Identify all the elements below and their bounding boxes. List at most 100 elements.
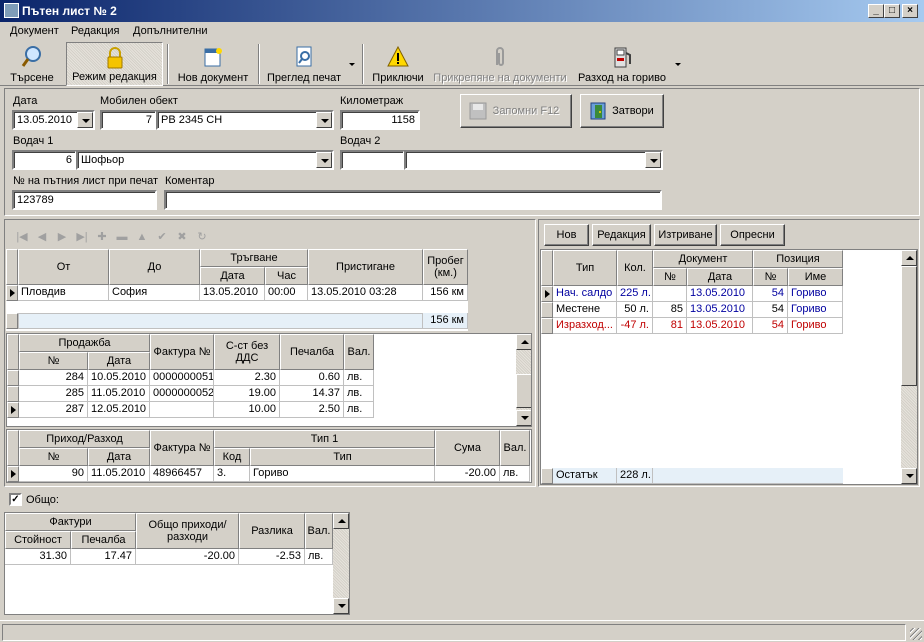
row-indicator[interactable] (7, 466, 19, 482)
sale-currency[interactable]: лв. (344, 370, 374, 386)
total-checkbox[interactable]: ✓ (9, 493, 22, 506)
vehicle-name-select[interactable]: РВ 2345 СН (156, 110, 334, 130)
col-sale-no[interactable]: № (19, 352, 88, 370)
income-date[interactable]: 11.05.2010 (88, 466, 150, 482)
col-income-group[interactable]: Приход/Разход (19, 430, 150, 448)
driver1-id-field[interactable]: 6 (12, 150, 77, 170)
scroll-down-button[interactable] (516, 410, 531, 426)
col-arrival[interactable]: Пристигане (308, 249, 423, 285)
col-pos-name[interactable]: Име (788, 268, 843, 286)
summary-scrollbar[interactable] (333, 513, 349, 614)
sale-profit[interactable]: 2.50 (280, 402, 344, 418)
print-preview-button[interactable]: Преглед печат (264, 42, 344, 86)
sale-cost[interactable]: 19.00 (214, 386, 280, 402)
col-sale-date[interactable]: Дата (88, 352, 150, 370)
scroll-up-button[interactable] (516, 334, 531, 350)
resize-grip-icon[interactable] (910, 628, 922, 640)
scroll-up-button[interactable] (333, 513, 349, 529)
driver2-name-select[interactable] (404, 150, 663, 170)
delete-movement-button[interactable]: Изтриване (654, 224, 717, 246)
sale-currency[interactable]: лв. (344, 402, 374, 418)
col-cost[interactable]: С-ст без ДДС (214, 334, 280, 370)
row-indicator[interactable] (7, 402, 19, 418)
sale-cost[interactable]: 2.30 (214, 370, 280, 386)
sale-invoice[interactable]: 0000000052 (150, 386, 214, 402)
col-fuel-type[interactable]: Тип (553, 250, 617, 286)
date-dropdown-button[interactable] (77, 112, 93, 128)
menu-extra[interactable]: Допълнителни (133, 25, 207, 37)
minimize-button[interactable]: _ (868, 4, 884, 18)
fuel-row-doc-no[interactable] (653, 286, 687, 302)
sale-invoice[interactable] (150, 402, 214, 418)
scroll-down-button[interactable] (333, 598, 349, 614)
income-currency[interactable]: лв. (500, 466, 530, 482)
col-mileage[interactable]: Пробег (км.) (423, 249, 468, 285)
vehicle-id-field[interactable]: 7 (100, 110, 157, 130)
col-document[interactable]: Документ (653, 250, 753, 268)
col-code[interactable]: Код (214, 448, 250, 466)
km-field[interactable]: 1158 (340, 110, 420, 130)
fuel-row-doc-date[interactable]: 13.05.2010 (687, 286, 753, 302)
income-no[interactable]: 90 (19, 466, 88, 482)
scroll-up-button[interactable] (901, 250, 917, 266)
trip-time[interactable]: 00:00 (265, 285, 308, 301)
col-pos-no[interactable]: № (753, 268, 788, 286)
income-type[interactable]: Гориво (250, 466, 435, 482)
row-indicator[interactable] (6, 285, 18, 301)
sale-date[interactable]: 12.05.2010 (88, 402, 150, 418)
new-movement-button[interactable]: Нов (544, 224, 589, 246)
nav-next-icon[interactable]: ▶ (54, 230, 70, 244)
nav-edit-icon[interactable]: ▲ (134, 230, 150, 244)
col-income-date[interactable]: Дата (88, 448, 150, 466)
save-button[interactable]: Запомни F12 (460, 94, 572, 128)
col-type1[interactable]: Тип 1 (214, 430, 435, 448)
scroll-thumb[interactable] (516, 374, 531, 408)
nav-delete-icon[interactable]: ▬ (114, 230, 130, 244)
nav-refresh-icon[interactable]: ↻ (194, 230, 210, 244)
fuel-row-doc-no[interactable]: 81 (653, 318, 687, 334)
sale-no[interactable]: 287 (19, 402, 88, 418)
edit-mode-button[interactable]: Режим редакция (66, 42, 163, 86)
col-invoice[interactable]: Фактура № (150, 334, 214, 370)
col-dep-date[interactable]: Дата (200, 267, 265, 285)
col-income-currency[interactable]: Вал. (500, 430, 530, 466)
sale-currency[interactable]: лв. (344, 386, 374, 402)
trip-from[interactable]: Пловдив (18, 285, 109, 301)
fuel-row-pos-no[interactable]: 54 (753, 318, 788, 334)
sale-no[interactable]: 284 (19, 370, 88, 386)
menu-document[interactable]: Документ (10, 25, 59, 37)
col-income-invoice[interactable]: Фактура № (150, 430, 214, 466)
fuel-row-doc-date[interactable]: 13.05.2010 (687, 318, 753, 334)
refresh-button[interactable]: Опресни (720, 224, 785, 246)
col-sale[interactable]: Продажба (19, 334, 150, 352)
attach-documents-button[interactable]: Прикрепяне на документи (431, 42, 569, 86)
nav-post-icon[interactable]: ✔ (154, 230, 170, 244)
trip-date[interactable]: 13.05.2010 (200, 285, 265, 301)
col-invoices[interactable]: Фактури (5, 513, 136, 531)
col-to[interactable]: До (109, 249, 200, 285)
fuel-row-qty[interactable]: 50 л. (617, 302, 653, 318)
col-position[interactable]: Позиция (753, 250, 843, 268)
sale-profit[interactable]: 0.60 (280, 370, 344, 386)
driver2-dropdown-button[interactable] (645, 152, 661, 168)
trip-to[interactable]: София (109, 285, 200, 301)
fuel-row-qty[interactable]: -47 л. (617, 318, 653, 334)
col-dep-time[interactable]: Час (265, 267, 308, 285)
col-income-no[interactable]: № (19, 448, 88, 466)
driver2-id-field[interactable] (340, 150, 405, 170)
trip-arrival[interactable]: 13.05.2010 03:28 (308, 285, 423, 301)
nav-prev-icon[interactable]: ◀ (34, 230, 50, 244)
income-code[interactable]: 3. (214, 466, 250, 482)
fuel-row-pos-name[interactable]: Гориво (788, 318, 843, 334)
trip-mileage[interactable]: 156 км (423, 285, 468, 301)
row-indicator[interactable] (541, 286, 553, 302)
col-departure[interactable]: Тръгване (200, 249, 308, 267)
fuel-dropdown-icon[interactable] (674, 60, 682, 68)
col-total-io[interactable]: Общо приходи/разходи (136, 513, 239, 549)
income-invoice[interactable]: 48966457 (150, 466, 214, 482)
fuel-row-type[interactable]: Изразход... (553, 318, 617, 334)
sales-scrollbar[interactable] (516, 334, 531, 426)
sale-profit[interactable]: 14.37 (280, 386, 344, 402)
col-summary-currency[interactable]: Вал. (305, 513, 333, 549)
fuel-consumption-button[interactable]: Разход на гориво (574, 42, 670, 86)
